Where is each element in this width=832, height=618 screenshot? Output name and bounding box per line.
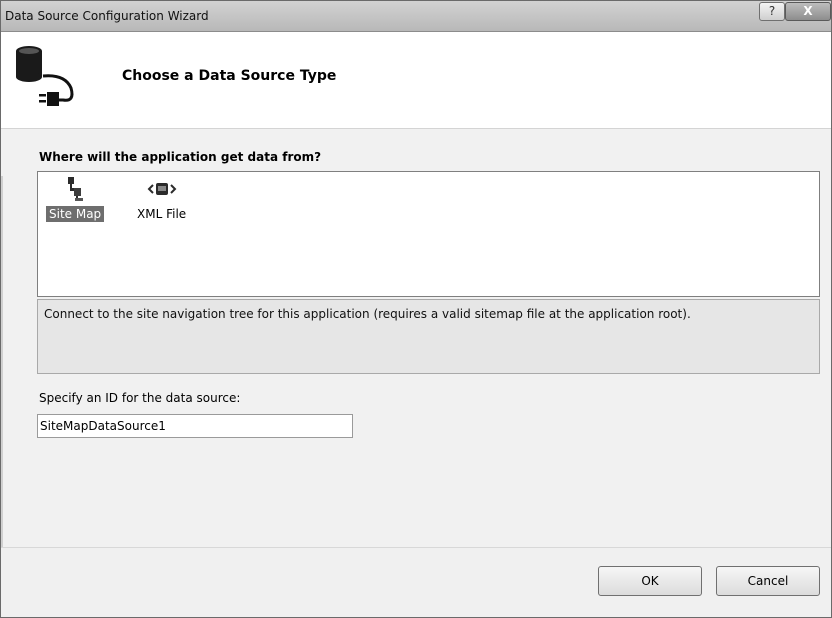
source-description-text: Connect to the site navigation tree for … xyxy=(44,307,691,321)
ok-button[interactable]: OK xyxy=(598,566,702,596)
source-item-site-map[interactable]: Site Map xyxy=(46,176,105,222)
data-source-id-input[interactable] xyxy=(37,414,353,438)
source-item-label: Site Map xyxy=(46,206,105,222)
cancel-button[interactable]: Cancel xyxy=(716,566,820,596)
close-button[interactable]: X xyxy=(785,2,831,21)
id-field-label: Specify an ID for the data source: xyxy=(39,391,241,405)
wizard-header: Choose a Data Source Type xyxy=(1,32,831,129)
window-title: Data Source Configuration Wizard xyxy=(5,9,209,23)
wizard-footer: OK Cancel xyxy=(1,547,831,617)
source-item-label: XML File xyxy=(137,207,187,221)
source-description-panel: Connect to the site navigation tree for … xyxy=(37,299,820,374)
xml-file-icon xyxy=(147,183,176,195)
wizard-window: Data Source Configuration Wizard ? X Cho… xyxy=(0,0,832,618)
help-button[interactable]: ? xyxy=(759,2,785,21)
source-question-label: Where will the application get data from… xyxy=(39,150,322,164)
source-item-xml-file[interactable]: XML File xyxy=(134,176,189,221)
sitemap-icon xyxy=(68,177,84,201)
page-title: Choose a Data Source Type xyxy=(122,68,337,84)
database-plug-icon xyxy=(16,46,74,106)
data-source-list[interactable]: Site Map XML File xyxy=(37,171,820,297)
title-bar[interactable]: Data Source Configuration Wizard ? X xyxy=(1,1,831,32)
wizard-content: Where will the application get data from… xyxy=(1,129,831,546)
